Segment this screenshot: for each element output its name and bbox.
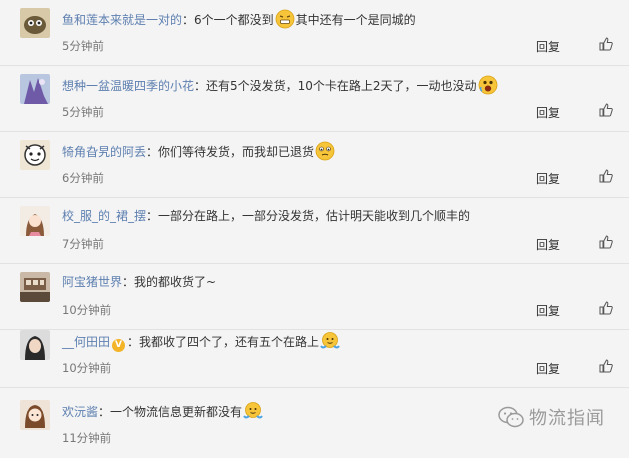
thumbs-up-icon[interactable] xyxy=(598,102,614,118)
comment-text-continued: 其中还有一个是同城的 xyxy=(295,13,416,27)
thumbs-up-icon[interactable] xyxy=(598,234,614,250)
comment-text: ：我都收了四个了，还有五个在路上 xyxy=(127,335,320,349)
username-link[interactable]: 鱼和莲本来就是一对的 xyxy=(62,13,182,27)
username-link[interactable]: __何田田 xyxy=(62,335,110,349)
comment-text: ：一部分在路上，一部分没发货，估计明天能收到几个顺丰的 xyxy=(146,209,471,223)
shrug-emoji-icon xyxy=(320,331,340,351)
comment-text: ：我的都收货了~ xyxy=(122,275,217,289)
avatar[interactable] xyxy=(20,272,50,302)
thumbs-up-icon[interactable] xyxy=(598,300,614,316)
comment-item: 犄角旮旯的阿丢：你们等待发货，而我却已退货 6分钟前 回复 xyxy=(0,132,629,198)
comment-time: 10分钟前 xyxy=(62,303,112,317)
comment-time: 5分钟前 xyxy=(62,39,104,53)
comment-text: ：还有5个没发货，10个卡在路上2天了，一动也没动 xyxy=(194,79,477,93)
shocked-emoji-icon xyxy=(478,75,498,95)
comment-text: ：你们等待发货，而我却已退货 xyxy=(146,145,315,159)
comment-time: 11分钟前 xyxy=(62,431,112,445)
avatar[interactable] xyxy=(20,330,50,360)
username-link[interactable]: 犄角旮旯的阿丢 xyxy=(62,145,146,159)
wechat-icon xyxy=(497,406,525,428)
username-link[interactable]: 阿宝猪世界 xyxy=(62,275,122,289)
avatar[interactable] xyxy=(20,400,50,430)
reply-button[interactable]: 回复 xyxy=(536,360,560,377)
shrug-emoji-icon xyxy=(243,401,263,421)
comment-time: 7分钟前 xyxy=(62,237,104,251)
comment-time: 10分钟前 xyxy=(62,361,112,375)
reply-button[interactable]: 回复 xyxy=(536,38,560,55)
comment-text: ：6个一个都没到 xyxy=(182,13,274,27)
comment-item: __何田田 V ：我都收了四个了，还有五个在路上 10分钟前 回复 xyxy=(0,322,629,388)
thumbs-up-icon[interactable] xyxy=(598,358,614,374)
reply-button[interactable]: 回复 xyxy=(536,302,560,319)
thumbs-up-icon[interactable] xyxy=(598,168,614,184)
comment-time: 6分钟前 xyxy=(62,171,104,185)
username-link[interactable]: 想种一盆温暖四季的小花 xyxy=(62,79,194,93)
reply-button[interactable]: 回复 xyxy=(536,104,560,121)
reply-button[interactable]: 回复 xyxy=(536,236,560,253)
awkward-emoji-icon xyxy=(315,141,335,161)
verified-badge-icon: V xyxy=(112,339,126,352)
comment-time: 5分钟前 xyxy=(62,105,104,119)
username-link[interactable]: 校_服_的_裙_摆 xyxy=(62,209,146,223)
avatar[interactable] xyxy=(20,8,50,38)
avatar[interactable] xyxy=(20,206,50,236)
avatar[interactable] xyxy=(20,140,50,170)
watermark-text: 物流指闻 xyxy=(529,408,605,429)
comment-text: ：一个物流信息更新都没有 xyxy=(98,405,243,419)
thumbs-up-icon[interactable] xyxy=(598,36,614,52)
grimace-emoji-icon xyxy=(275,9,295,29)
comment-item: 校_服_的_裙_摆：一部分在路上，一部分没发货，估计明天能收到几个顺丰的 7分钟… xyxy=(0,198,629,264)
comment-item: 鱼和莲本来就是一对的：6个一个都没到 其中还有一个是同城的 5分钟前 回复 xyxy=(0,0,629,66)
comment-item: 阿宝猪世界：我的都收货了~ 10分钟前 回复 xyxy=(0,264,629,330)
comment-item: 想种一盆温暖四季的小花：还有5个没发货，10个卡在路上2天了，一动也没动 5分钟… xyxy=(0,66,629,132)
reply-button[interactable]: 回复 xyxy=(536,170,560,187)
watermark: 物流指闻 xyxy=(497,404,605,430)
avatar[interactable] xyxy=(20,74,50,104)
username-link[interactable]: 欢沅酱 xyxy=(62,405,98,419)
